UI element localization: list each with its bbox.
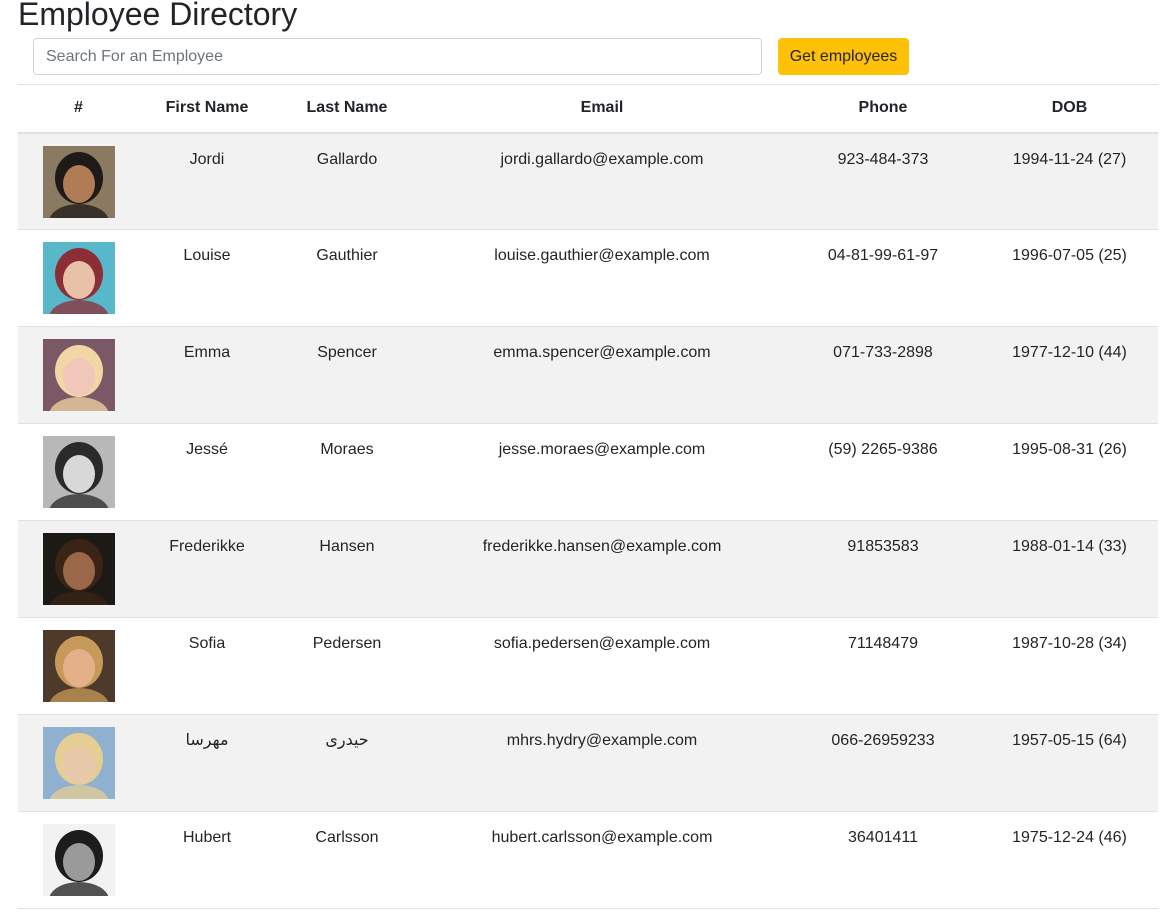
employee-table-container: # First Name Last Name Email Phone DOB J… xyxy=(18,84,1158,909)
avatar-cell xyxy=(18,132,139,230)
avatar xyxy=(42,145,115,218)
cell-last-name: حیدری xyxy=(275,714,419,812)
cell-last-name: Gallardo xyxy=(275,132,419,230)
photo-face xyxy=(62,746,95,784)
cell-email: mhrs.hydry@example.com xyxy=(419,714,785,812)
column-header-email[interactable]: Email xyxy=(419,84,785,134)
column-header-dob[interactable]: DOB xyxy=(981,84,1158,134)
cell-phone: 91853583 xyxy=(785,520,981,618)
cell-dob: 1975-12-24 (46) xyxy=(981,811,1158,909)
avatar-cell xyxy=(18,714,139,812)
avatar xyxy=(42,533,115,605)
photo-face xyxy=(62,455,95,493)
cell-dob: 1996-07-05 (25) xyxy=(981,229,1158,327)
cell-last-name: Hansen xyxy=(275,520,419,618)
photo-face xyxy=(62,649,95,687)
cell-email: sofia.pedersen@example.com xyxy=(419,617,785,715)
avatar-cell xyxy=(18,229,139,327)
cell-phone: (59) 2265-9386 xyxy=(785,423,981,521)
cell-phone: 923-484-373 xyxy=(785,132,981,230)
photo-icon xyxy=(42,242,115,314)
column-header-last-name[interactable]: Last Name xyxy=(275,84,419,134)
photo-icon xyxy=(42,533,115,605)
avatar-cell xyxy=(18,326,139,424)
cell-first-name: مهرسا xyxy=(139,714,275,812)
photo-icon xyxy=(42,145,115,218)
cell-last-name: Carlsson xyxy=(275,811,419,909)
photo-icon xyxy=(42,436,115,508)
cell-first-name: Frederikke xyxy=(139,520,275,618)
photo-face xyxy=(62,552,95,590)
avatar xyxy=(42,824,115,896)
cell-dob: 1977-12-10 (44) xyxy=(981,326,1158,424)
cell-phone: 36401411 xyxy=(785,811,981,909)
avatar-cell xyxy=(18,520,139,618)
avatar xyxy=(42,436,115,508)
cell-first-name: Emma xyxy=(139,326,275,424)
table-row: Jessé Moraes jesse.moraes@example.com (59) … xyxy=(18,423,1158,521)
get-employees-button[interactable]: Get employees xyxy=(778,38,909,75)
table-row: Emma Spencer emma.spencer@example.com 071-7… xyxy=(18,326,1158,424)
column-header-first-name[interactable]: First Name xyxy=(139,84,275,134)
photo-face xyxy=(62,261,95,299)
cell-dob: 1995-08-31 (26) xyxy=(981,423,1158,521)
search-input[interactable] xyxy=(33,38,762,75)
cell-email: jordi.gallardo@example.com xyxy=(419,132,785,230)
cell-email: louise.gauthier@example.com xyxy=(419,229,785,327)
photo-icon xyxy=(42,339,115,411)
photo-icon xyxy=(42,824,115,896)
cell-first-name: Jordi xyxy=(139,132,275,230)
cell-last-name: Moraes xyxy=(275,423,419,521)
cell-first-name: Sofia xyxy=(139,617,275,715)
cell-email: emma.spencer@example.com xyxy=(419,326,785,424)
cell-email: jesse.moraes@example.com xyxy=(419,423,785,521)
avatar-cell xyxy=(18,811,139,909)
table-row: Sofia Pedersen sofia.pedersen@example.com 7… xyxy=(18,617,1158,715)
cell-email: frederikke.hansen@example.com xyxy=(419,520,785,618)
photo-icon xyxy=(42,727,115,799)
avatar xyxy=(42,727,115,799)
cell-first-name: Hubert xyxy=(139,811,275,909)
cell-phone: 071-733-2898 xyxy=(785,326,981,424)
cell-last-name: Spencer xyxy=(275,326,419,424)
photo-icon xyxy=(42,630,115,702)
cell-phone: 04-81-99-61-97 xyxy=(785,229,981,327)
avatar-cell xyxy=(18,423,139,521)
photo-face xyxy=(62,164,95,203)
avatar xyxy=(42,339,115,411)
cell-dob: 1994-11-24 (27) xyxy=(981,132,1158,230)
avatar xyxy=(42,630,115,702)
cell-dob: 1987-10-28 (34) xyxy=(981,617,1158,715)
cell-phone: 71148479 xyxy=(785,617,981,715)
table-header-row: # First Name Last Name Email Phone DOB xyxy=(18,84,1158,134)
photo-face xyxy=(62,358,95,396)
cell-last-name: Pedersen xyxy=(275,617,419,715)
cell-first-name: Louise xyxy=(139,229,275,327)
avatar xyxy=(42,242,115,314)
cell-dob: 1957-05-15 (64) xyxy=(981,714,1158,812)
cell-phone: 066-26959233 xyxy=(785,714,981,812)
photo-face xyxy=(62,843,95,881)
cell-first-name: Jessé xyxy=(139,423,275,521)
table-row: Louise Gauthier louise.gauthier@example.co… xyxy=(18,229,1158,327)
cell-email: hubert.carlsson@example.com xyxy=(419,811,785,909)
table-row: Frederikke Hansen frederikke.hansen@exampl… xyxy=(18,520,1158,618)
employee-table: # First Name Last Name Email Phone DOB J… xyxy=(18,84,1158,909)
column-header-phone[interactable]: Phone xyxy=(785,84,981,134)
page-title: Employee Directory xyxy=(18,0,298,32)
avatar-cell xyxy=(18,617,139,715)
cell-last-name: Gauthier xyxy=(275,229,419,327)
employee-directory-page: Employee Directory Get employees # First… xyxy=(0,0,1162,912)
cell-dob: 1988-01-14 (33) xyxy=(981,520,1158,618)
column-header-number[interactable]: # xyxy=(18,84,139,134)
table-row: Hubert Carlsson hubert.carlsson@example.co… xyxy=(18,811,1158,909)
table-row: مهرسا حیدری mhrs.hydry@example.com 066-2695… xyxy=(18,714,1158,812)
table-row: Jordi Gallardo jordi.gallardo@example.com 9… xyxy=(18,132,1158,230)
